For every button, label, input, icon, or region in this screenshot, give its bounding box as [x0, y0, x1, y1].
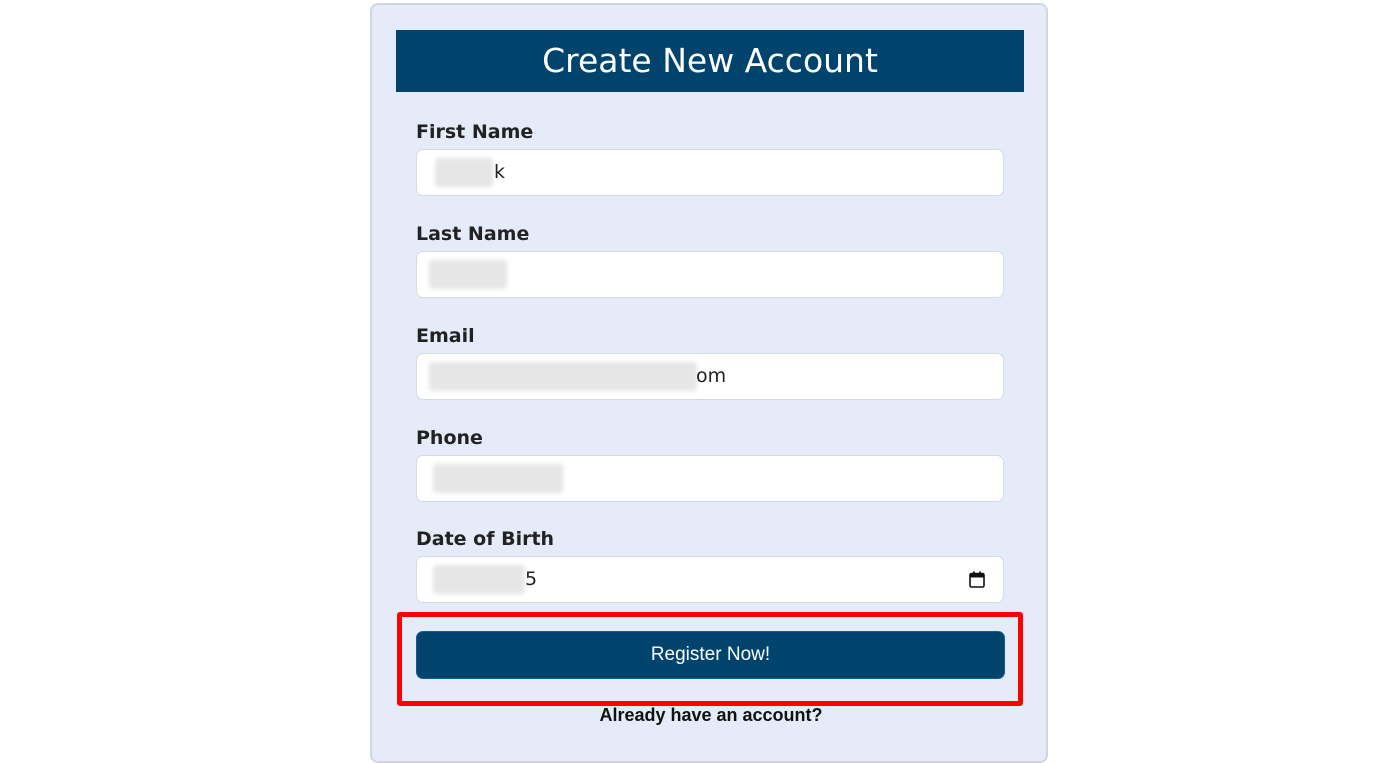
phone-input[interactable]: [416, 455, 1004, 502]
register-button[interactable]: Register Now!: [416, 631, 1005, 679]
redacted-text: [429, 260, 507, 289]
email-value: om: [696, 365, 727, 387]
date-of-birth-value: 5: [525, 568, 538, 590]
email-label: Email: [416, 325, 475, 347]
last-name-input[interactable]: [416, 251, 1004, 298]
phone-label: Phone: [416, 427, 483, 449]
redacted-text: [435, 158, 493, 187]
redacted-text: [433, 565, 525, 594]
last-name-label: Last Name: [416, 223, 530, 245]
registration-card: Create New Account First Name k Last Nam…: [370, 3, 1048, 763]
first-name-label: First Name: [416, 121, 534, 143]
date-of-birth-input[interactable]: 5: [416, 556, 1004, 603]
date-of-birth-label: Date of Birth: [416, 528, 555, 550]
form-title: Create New Account: [396, 30, 1024, 92]
login-link[interactable]: Already have an account?: [372, 705, 1050, 726]
first-name-input[interactable]: k: [416, 149, 1004, 196]
calendar-icon[interactable]: [969, 571, 985, 588]
email-input[interactable]: om: [416, 353, 1004, 400]
redacted-text: [429, 362, 697, 391]
first-name-value: k: [494, 161, 506, 183]
redacted-text: [433, 464, 563, 493]
